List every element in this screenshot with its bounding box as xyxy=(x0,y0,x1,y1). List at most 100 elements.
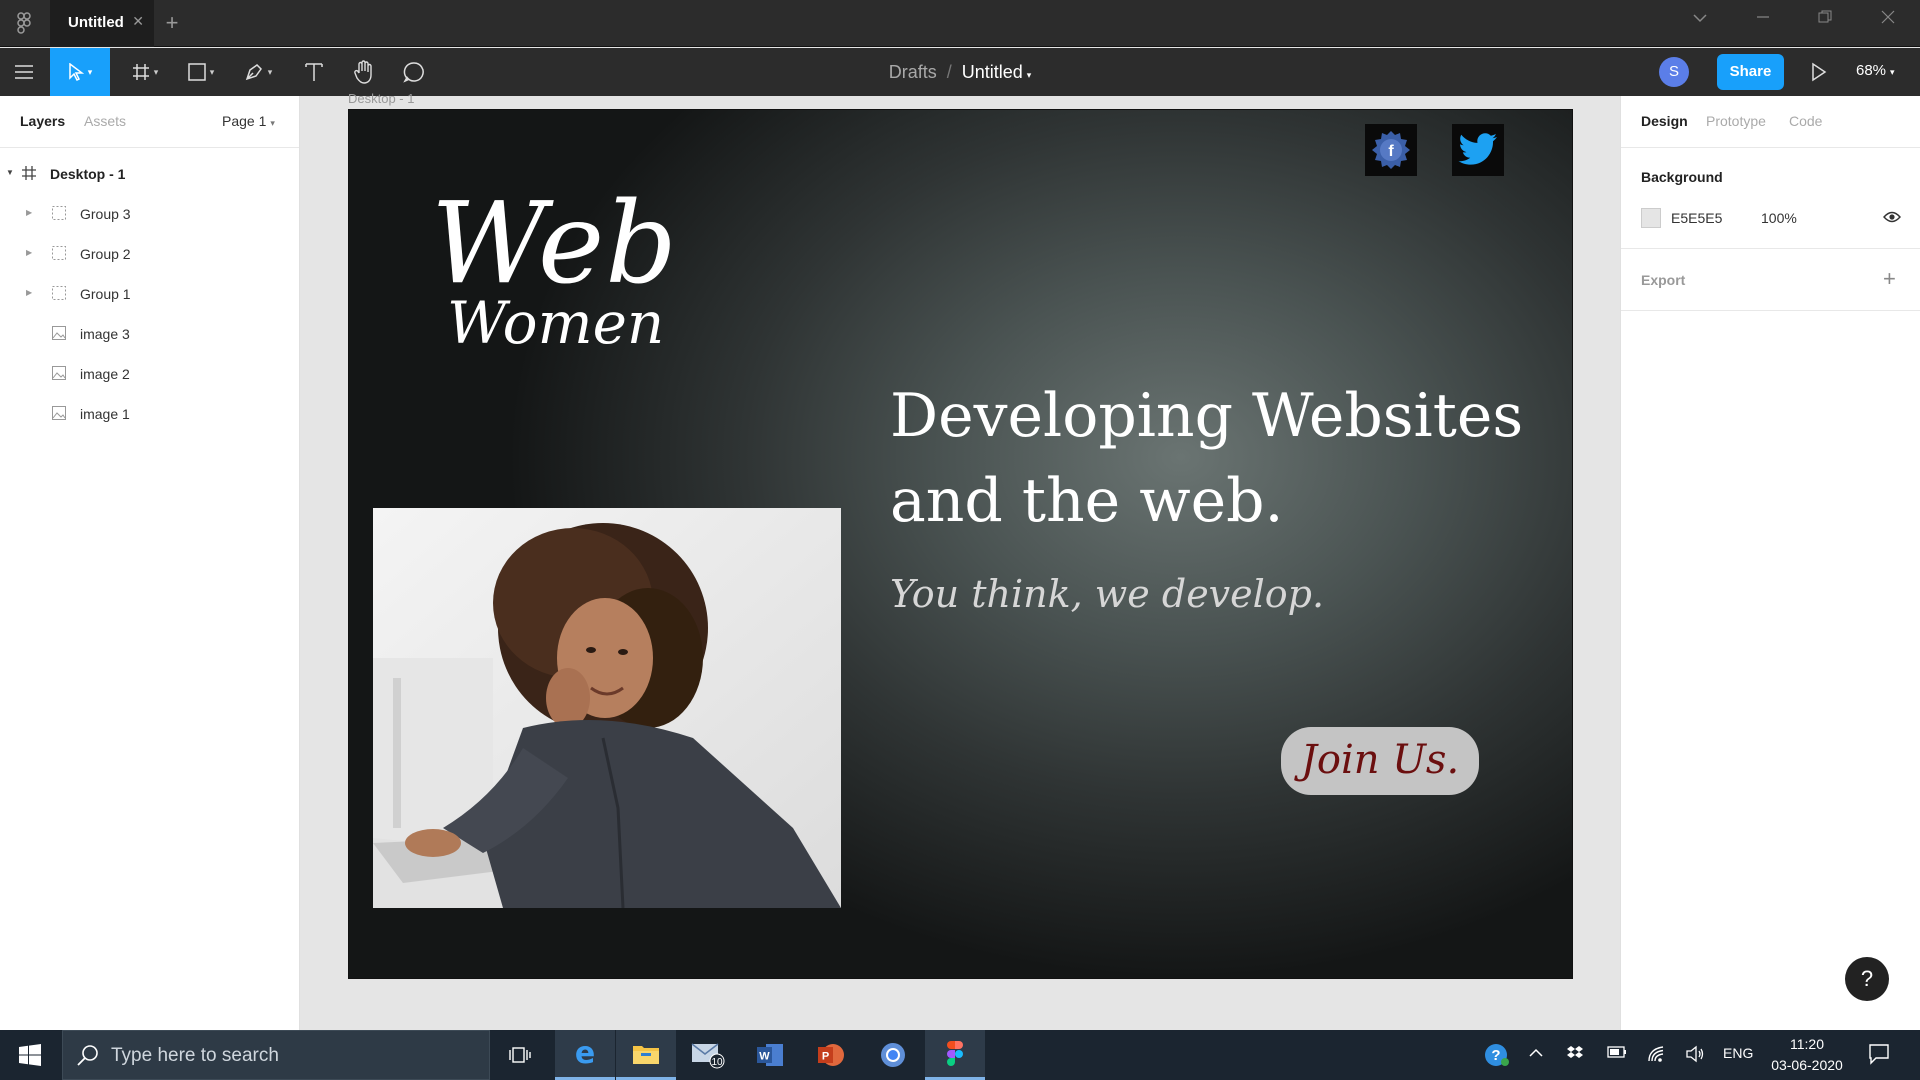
layer-name: Group 2 xyxy=(80,246,131,262)
facebook-icon[interactable]: f xyxy=(1365,124,1417,176)
headline-text[interactable]: Developing Websites and the web. xyxy=(890,374,1530,544)
wifi-icon[interactable] xyxy=(1647,1045,1667,1066)
help-tray-icon[interactable]: ? xyxy=(1484,1042,1510,1071)
page-selector[interactable]: Page 1 ▾ xyxy=(222,113,275,129)
close-window-icon[interactable] xyxy=(1873,10,1903,29)
hand-tool[interactable] xyxy=(346,48,382,96)
layers-panel: Layers Assets Page 1 ▾ ▼ Desktop - 1 ▶ Gr… xyxy=(0,96,300,1030)
zoom-dropdown[interactable]: 68% ▾ xyxy=(1856,62,1895,79)
powerpoint-icon[interactable]: P xyxy=(801,1030,861,1080)
taskbar-search[interactable]: Type here to search xyxy=(62,1030,490,1080)
battery-icon[interactable] xyxy=(1607,1045,1627,1062)
tab-assets[interactable]: Assets xyxy=(84,113,126,129)
twitter-icon[interactable] xyxy=(1452,124,1504,176)
hand-icon xyxy=(354,60,372,84)
mail-icon[interactable]: 10 xyxy=(678,1030,738,1080)
zoom-level: 68% xyxy=(1856,62,1887,79)
chrome-icon[interactable] xyxy=(863,1030,923,1080)
input-language[interactable]: ENG xyxy=(1723,1045,1753,1061)
cursor-icon xyxy=(68,63,84,81)
restore-icon[interactable] xyxy=(1810,10,1840,29)
expand-arrow-icon[interactable]: ▶ xyxy=(26,288,32,297)
layer-row-image[interactable]: image 1 xyxy=(0,394,300,434)
layer-name: Group 1 xyxy=(80,286,131,302)
file-name: Untitled xyxy=(961,61,1023,82)
frame-tool[interactable]: ▾ xyxy=(122,48,168,96)
properties-panel: Design Prototype Code Background E5E5E5 … xyxy=(1620,96,1920,1030)
dropbox-icon[interactable] xyxy=(1566,1045,1584,1064)
figma-menu-icon[interactable] xyxy=(10,12,38,36)
expand-arrow-icon[interactable]: ▶ xyxy=(26,248,32,257)
background-color-swatch[interactable] xyxy=(1641,208,1661,228)
layer-row-frame[interactable]: ▼ Desktop - 1 xyxy=(0,154,300,194)
layer-name: Group 3 xyxy=(80,206,131,222)
breadcrumb-drafts[interactable]: Drafts xyxy=(889,62,937,83)
svg-text:P: P xyxy=(822,1051,829,1063)
file-explorer-icon[interactable] xyxy=(616,1030,676,1080)
share-button[interactable]: Share xyxy=(1717,54,1784,90)
logo-web-text[interactable]: Web xyxy=(431,188,678,300)
windows-start-icon[interactable] xyxy=(0,1030,60,1080)
minimize-icon[interactable] xyxy=(1748,10,1778,29)
visibility-eye-icon[interactable] xyxy=(1883,210,1901,229)
divider xyxy=(1621,310,1920,311)
move-tool[interactable]: ▾ xyxy=(50,48,110,96)
logo-women-text[interactable]: Women xyxy=(447,294,664,352)
background-hex-value[interactable]: E5E5E5 xyxy=(1671,210,1722,226)
frame-label[interactable]: Desktop - 1 xyxy=(348,91,414,106)
layer-row-image[interactable]: image 2 xyxy=(0,354,300,394)
system-clock[interactable]: 11:20 03-06-2020 xyxy=(1762,1034,1852,1076)
add-export-icon[interactable]: + xyxy=(1883,266,1896,292)
search-icon xyxy=(77,1044,99,1071)
export-section-title: Export xyxy=(1641,272,1686,288)
background-opacity-value[interactable]: 100% xyxy=(1761,210,1797,226)
help-button[interactable]: ? xyxy=(1845,957,1889,1001)
word-icon[interactable]: W xyxy=(740,1030,800,1080)
shape-tool[interactable]: ▾ xyxy=(178,48,224,96)
figma-app-icon[interactable] xyxy=(925,1030,985,1080)
pen-tool[interactable]: ▾ xyxy=(234,48,282,96)
group-icon xyxy=(52,246,68,262)
image-icon xyxy=(52,366,68,382)
comment-tool[interactable] xyxy=(396,48,432,96)
layer-row-group[interactable]: ▶ Group 1 xyxy=(0,274,300,314)
tab-code[interactable]: Code xyxy=(1789,113,1822,129)
layer-row-group[interactable]: ▶ Group 3 xyxy=(0,194,300,234)
collapse-arrow-icon[interactable]: ▼ xyxy=(6,168,14,177)
group-icon xyxy=(52,206,68,222)
title-bar: Untitled ✕ + xyxy=(0,0,1920,47)
expand-arrow-icon[interactable]: ▶ xyxy=(26,208,32,217)
file-tab-title: Untitled xyxy=(68,14,124,31)
join-us-button[interactable]: Join Us. xyxy=(1281,727,1479,795)
close-tab-icon[interactable]: ✕ xyxy=(132,13,144,30)
layer-row-image[interactable]: image 3 xyxy=(0,314,300,354)
clock-time: 11:20 xyxy=(1790,1036,1824,1052)
show-hidden-icons-chevron-icon[interactable] xyxy=(1528,1045,1544,1064)
layer-row-group[interactable]: ▶ Group 2 xyxy=(0,234,300,274)
tab-prototype[interactable]: Prototype xyxy=(1706,113,1766,129)
notifications-icon[interactable] xyxy=(1868,1043,1890,1068)
edge-browser-icon[interactable]: e xyxy=(555,1030,615,1080)
woman-photo[interactable] xyxy=(373,508,841,908)
mail-badge-count: 10 xyxy=(711,1057,723,1068)
volume-icon[interactable] xyxy=(1685,1045,1705,1066)
desktop-frame[interactable]: Web Women f Developing Websites and the … xyxy=(348,109,1573,979)
task-view-icon[interactable] xyxy=(490,1030,550,1080)
main-menu-icon[interactable] xyxy=(0,48,48,96)
left-panel-tabs: Layers Assets Page 1 ▾ xyxy=(0,96,299,148)
tab-layers[interactable]: Layers xyxy=(20,113,65,129)
page-name: Page 1 xyxy=(222,113,267,129)
chevron-down-icon: ▾ xyxy=(1890,67,1895,77)
comment-icon xyxy=(403,62,424,83)
text-tool[interactable] xyxy=(296,48,332,96)
file-name-dropdown[interactable]: Untitled ▾ xyxy=(962,62,1032,83)
image-icon xyxy=(52,326,68,342)
new-tab-button[interactable]: + xyxy=(160,10,184,36)
file-tab[interactable]: Untitled ✕ xyxy=(50,0,154,47)
user-avatar[interactable]: S xyxy=(1659,57,1689,87)
layer-name: image 3 xyxy=(80,326,130,342)
tab-design[interactable]: Design xyxy=(1641,113,1688,129)
tabs-dropdown-icon[interactable] xyxy=(1685,10,1715,28)
present-play-icon[interactable] xyxy=(1806,60,1830,84)
tagline-text[interactable]: You think, we develop. xyxy=(890,572,1324,616)
